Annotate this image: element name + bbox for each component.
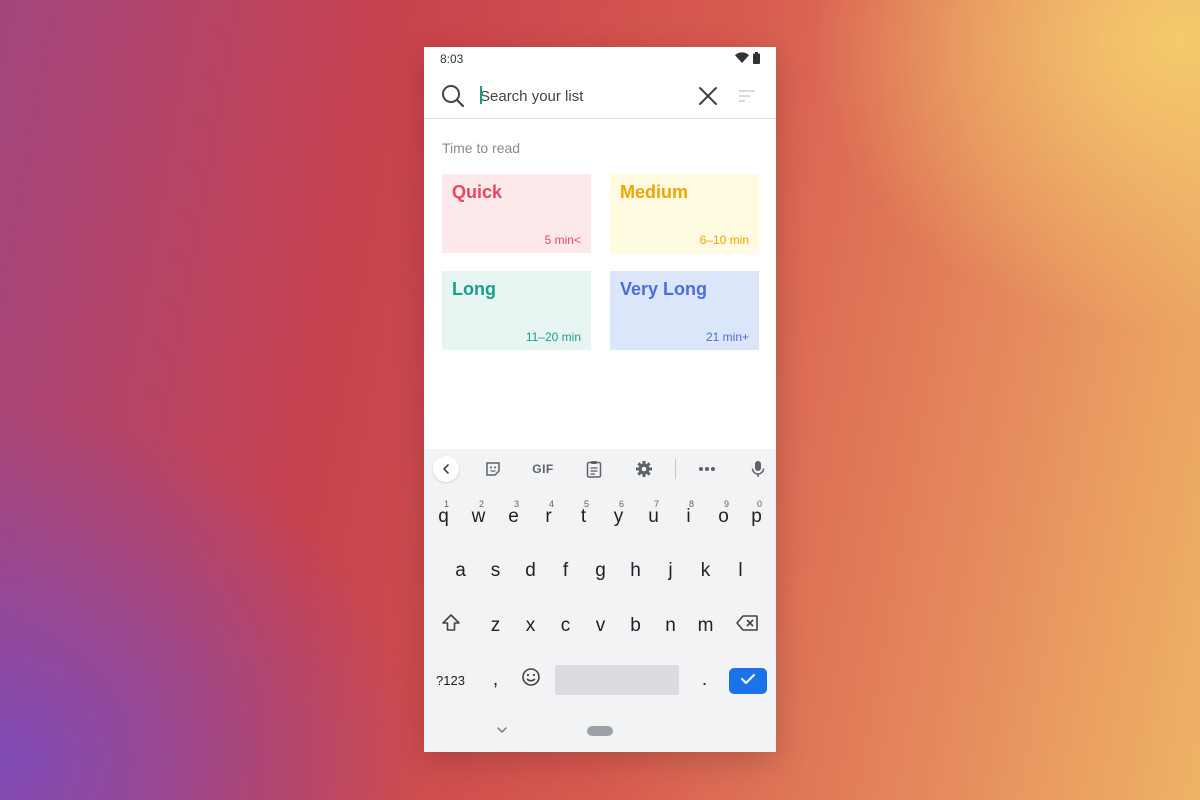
key-a[interactable]: a — [443, 549, 478, 593]
backspace-key[interactable] — [730, 604, 765, 648]
space-key[interactable] — [555, 665, 679, 695]
key-v[interactable]: v — [583, 604, 618, 648]
phone-screen: 8:03 Time to read Quick 5 min< Medium 6–… — [424, 47, 776, 752]
battery-icon — [753, 51, 760, 67]
card-time: 6–10 min — [699, 233, 749, 247]
key-t[interactable]: t5 — [566, 495, 601, 539]
key-u[interactable]: u7 — [636, 495, 671, 539]
card-title: Long — [452, 279, 496, 299]
status-time: 8:03 — [440, 52, 464, 66]
key-k[interactable]: k — [688, 549, 723, 593]
comma-key[interactable]: , — [478, 658, 513, 702]
key-p[interactable]: p0 — [739, 495, 774, 539]
chevron-left-icon[interactable] — [433, 456, 459, 482]
key-m[interactable]: m — [688, 604, 723, 648]
more-icon[interactable] — [695, 457, 719, 481]
sort-icon[interactable] — [737, 86, 757, 106]
sticker-icon[interactable] — [481, 457, 505, 481]
card-time: 5 min< — [544, 233, 581, 247]
card-title: Very Long — [620, 279, 708, 299]
section-title: Time to read — [442, 140, 521, 156]
card-time: 11–20 min — [525, 330, 581, 344]
card-title: Medium — [620, 182, 689, 202]
key-s[interactable]: s — [478, 549, 513, 593]
key-g[interactable]: g — [583, 549, 618, 593]
gif-button[interactable]: GIF — [530, 457, 556, 481]
key-w[interactable]: w2 — [461, 495, 496, 539]
key-j[interactable]: j — [653, 549, 688, 593]
shift-key[interactable] — [433, 604, 468, 648]
search-input[interactable] — [480, 83, 680, 109]
microphone-icon[interactable] — [746, 457, 770, 481]
card-very-long[interactable]: Very Long 21 min+ — [610, 271, 759, 350]
key-d[interactable]: d — [513, 549, 548, 593]
symbols-key[interactable]: ?123 — [433, 658, 468, 702]
key-e[interactable]: e3 — [496, 495, 531, 539]
card-medium[interactable]: Medium 6–10 min — [610, 174, 759, 253]
emoji-icon — [521, 667, 541, 693]
enter-key[interactable] — [729, 668, 767, 694]
chevron-down-icon[interactable] — [494, 723, 510, 735]
key-b[interactable]: b — [618, 604, 653, 648]
wifi-icon — [735, 52, 749, 66]
card-quick[interactable]: Quick 5 min< — [442, 174, 591, 253]
gear-icon[interactable] — [632, 457, 656, 481]
card-title: Quick — [452, 182, 503, 202]
toolbar-divider — [675, 459, 676, 479]
key-o[interactable]: o9 — [706, 495, 741, 539]
key-l[interactable]: l — [723, 549, 758, 593]
card-time: 21 min+ — [705, 330, 749, 344]
key-c[interactable]: c — [548, 604, 583, 648]
key-x[interactable]: x — [513, 604, 548, 648]
emoji-key[interactable] — [513, 658, 548, 702]
checkmark-icon — [740, 672, 756, 690]
key-r[interactable]: r4 — [531, 495, 566, 539]
key-f[interactable]: f — [548, 549, 583, 593]
shift-icon — [441, 613, 461, 639]
key-n[interactable]: n — [653, 604, 688, 648]
text-cursor — [480, 86, 482, 104]
key-h[interactable]: h — [618, 549, 653, 593]
key-q[interactable]: q1 — [426, 495, 461, 539]
home-pill[interactable] — [587, 726, 613, 736]
key-i[interactable]: i8 — [671, 495, 706, 539]
card-long[interactable]: Long 11–20 min — [442, 271, 591, 350]
search-bar — [424, 75, 776, 119]
period-key[interactable]: . — [687, 658, 722, 702]
keyboard-toolbar: GIF — [424, 449, 776, 489]
backspace-icon — [735, 614, 760, 638]
clipboard-icon[interactable] — [582, 457, 606, 481]
status-bar: 8:03 — [424, 47, 776, 71]
key-z[interactable]: z — [478, 604, 513, 648]
key-y[interactable]: y6 — [601, 495, 636, 539]
search-icon[interactable] — [440, 83, 466, 109]
close-icon[interactable] — [696, 84, 720, 108]
keyboard: GIF q1 w2 e3 r4 t5 y6 u7 i8 o9 p0 a s d … — [424, 449, 776, 752]
